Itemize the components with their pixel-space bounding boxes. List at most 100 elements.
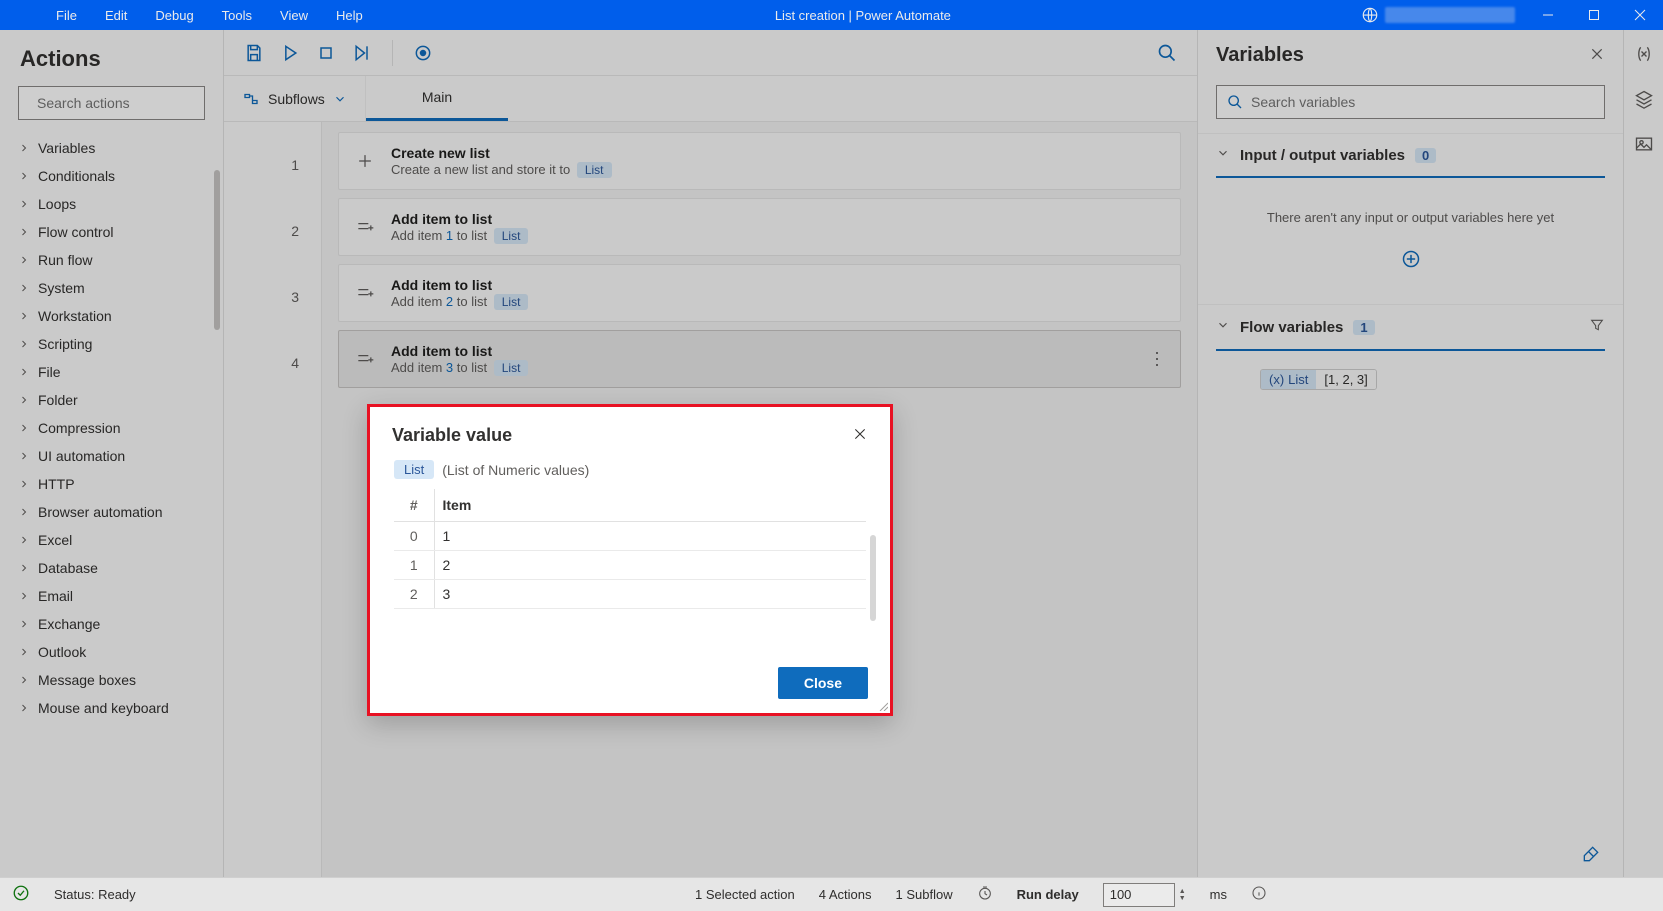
status-actions: 4 Actions (819, 887, 872, 902)
actions-category[interactable]: Variables (0, 134, 223, 162)
run-delay-icon (977, 885, 993, 904)
dialog-scrollbar[interactable] (870, 535, 876, 621)
tab-main[interactable]: Main (366, 76, 508, 121)
actions-pane: Actions VariablesConditionalsLoopsFlow c… (0, 30, 224, 877)
step-subtitle: Add item 2 to list List (391, 294, 528, 310)
step-icon (353, 215, 377, 239)
table-header-index: # (394, 489, 434, 522)
flow-variable-value: [1, 2, 3] (1316, 370, 1375, 389)
flow-step[interactable]: Create new listCreate a new list and sto… (338, 132, 1181, 190)
images-icon[interactable] (1634, 134, 1654, 157)
titlebar: File Edit Debug Tools View Help List cre… (0, 0, 1663, 30)
actions-heading: Actions (0, 30, 223, 86)
menu-help[interactable]: Help (324, 4, 375, 27)
flow-section-label: Flow variables (1240, 319, 1343, 336)
io-variables-header[interactable]: Input / output variables 0 (1198, 134, 1623, 176)
variables-tab-icon[interactable] (1634, 44, 1654, 67)
layers-icon[interactable] (1634, 89, 1654, 112)
chevron-down-icon (1216, 146, 1230, 160)
flow-step[interactable]: Add item to listAdd item 1 to list List (338, 198, 1181, 256)
step-button[interactable] (346, 37, 378, 69)
account-area[interactable] (1351, 6, 1525, 24)
save-button[interactable] (238, 37, 270, 69)
actions-category[interactable]: Flow control (0, 218, 223, 246)
actions-category[interactable]: System (0, 274, 223, 302)
actions-category[interactable]: Outlook (0, 638, 223, 666)
run-delay-spinner[interactable]: ▲▼ (1179, 888, 1186, 902)
dialog-variable-type: (List of Numeric values) (442, 462, 589, 478)
actions-search-input[interactable] (37, 95, 218, 111)
menu-edit[interactable]: Edit (93, 4, 139, 27)
status-bar: Status: Ready 1 Selected action 4 Action… (0, 877, 1663, 911)
dialog-variable-name: List (394, 460, 434, 479)
account-name-blurred (1385, 7, 1515, 23)
actions-category[interactable]: Email (0, 582, 223, 610)
actions-category[interactable]: Folder (0, 386, 223, 414)
dialog-title: Variable value (392, 425, 852, 446)
actions-category[interactable]: HTTP (0, 470, 223, 498)
run-delay-input[interactable]: 100 (1103, 883, 1175, 907)
flow-variables-header[interactable]: Flow variables 1 (1198, 305, 1623, 349)
variables-search-input[interactable] (1251, 94, 1594, 110)
actions-tree[interactable]: VariablesConditionalsLoopsFlow controlRu… (0, 128, 223, 877)
menu-view[interactable]: View (268, 4, 320, 27)
status-selected: 1 Selected action (695, 887, 795, 902)
actions-category[interactable]: Mouse and keyboard (0, 694, 223, 722)
actions-category[interactable]: Excel (0, 526, 223, 554)
step-more-icon[interactable]: ⋯ (1146, 350, 1167, 369)
resize-handle[interactable] (878, 701, 888, 711)
window-maximize[interactable] (1571, 0, 1617, 30)
actions-category[interactable]: Browser automation (0, 498, 223, 526)
window-title: List creation | Power Automate (375, 8, 1351, 23)
variable-value-table: # Item 011223 (394, 489, 866, 609)
stop-button[interactable] (310, 37, 342, 69)
actions-category[interactable]: Workstation (0, 302, 223, 330)
run-delay-unit: ms (1210, 887, 1227, 902)
actions-category[interactable]: Run flow (0, 246, 223, 274)
record-button[interactable] (407, 37, 439, 69)
actions-category[interactable]: Exchange (0, 610, 223, 638)
chevron-down-icon (1216, 318, 1230, 332)
window-close[interactable] (1617, 0, 1663, 30)
run-button[interactable] (274, 37, 306, 69)
flow-step[interactable]: Add item to listAdd item 3 to list List⋯ (338, 330, 1181, 388)
flow-step[interactable]: Add item to listAdd item 2 to list List (338, 264, 1181, 322)
tabs-row: Subflows Main (224, 76, 1197, 122)
io-section-label: Input / output variables (1240, 147, 1405, 164)
table-row[interactable]: 01 (394, 522, 866, 551)
menu-debug[interactable]: Debug (143, 4, 205, 27)
subflows-dropdown[interactable]: Subflows (224, 76, 366, 121)
dialog-close-button[interactable]: Close (778, 667, 868, 699)
variables-pane: Variables Input / output variables 0 The… (1197, 30, 1623, 877)
erase-button[interactable] (1198, 844, 1623, 867)
actions-category[interactable]: Loops (0, 190, 223, 218)
menu-tools[interactable]: Tools (210, 4, 264, 27)
variables-heading: Variables (1216, 44, 1579, 67)
table-row[interactable]: 12 (394, 551, 866, 580)
actions-category[interactable]: Conditionals (0, 162, 223, 190)
flow-variable-chip[interactable]: (x) List [1, 2, 3] (1260, 369, 1377, 390)
info-icon[interactable] (1251, 885, 1267, 904)
io-variables-section: Input / output variables 0 There aren't … (1198, 133, 1623, 304)
subflows-label: Subflows (268, 91, 325, 107)
actions-category[interactable]: Scripting (0, 330, 223, 358)
actions-search[interactable] (18, 86, 205, 120)
filter-icon[interactable] (1589, 317, 1605, 337)
actions-category[interactable]: File (0, 358, 223, 386)
actions-category[interactable]: Compression (0, 414, 223, 442)
dialog-close-x[interactable] (852, 426, 868, 445)
scrollbar[interactable] (214, 170, 220, 330)
chevron-down-icon (333, 92, 347, 106)
window-minimize[interactable] (1525, 0, 1571, 30)
actions-category[interactable]: UI automation (0, 442, 223, 470)
actions-category[interactable]: Message boxes (0, 666, 223, 694)
actions-category[interactable]: Database (0, 554, 223, 582)
menu-file[interactable]: File (44, 4, 89, 27)
search-flow-button[interactable] (1151, 37, 1183, 69)
variables-search[interactable] (1216, 85, 1605, 119)
add-io-variable[interactable] (1218, 239, 1603, 286)
step-subtitle: Add item 1 to list List (391, 228, 528, 244)
variables-close[interactable] (1589, 46, 1605, 65)
flow-count-badge: 1 (1353, 320, 1374, 335)
table-row[interactable]: 23 (394, 580, 866, 609)
